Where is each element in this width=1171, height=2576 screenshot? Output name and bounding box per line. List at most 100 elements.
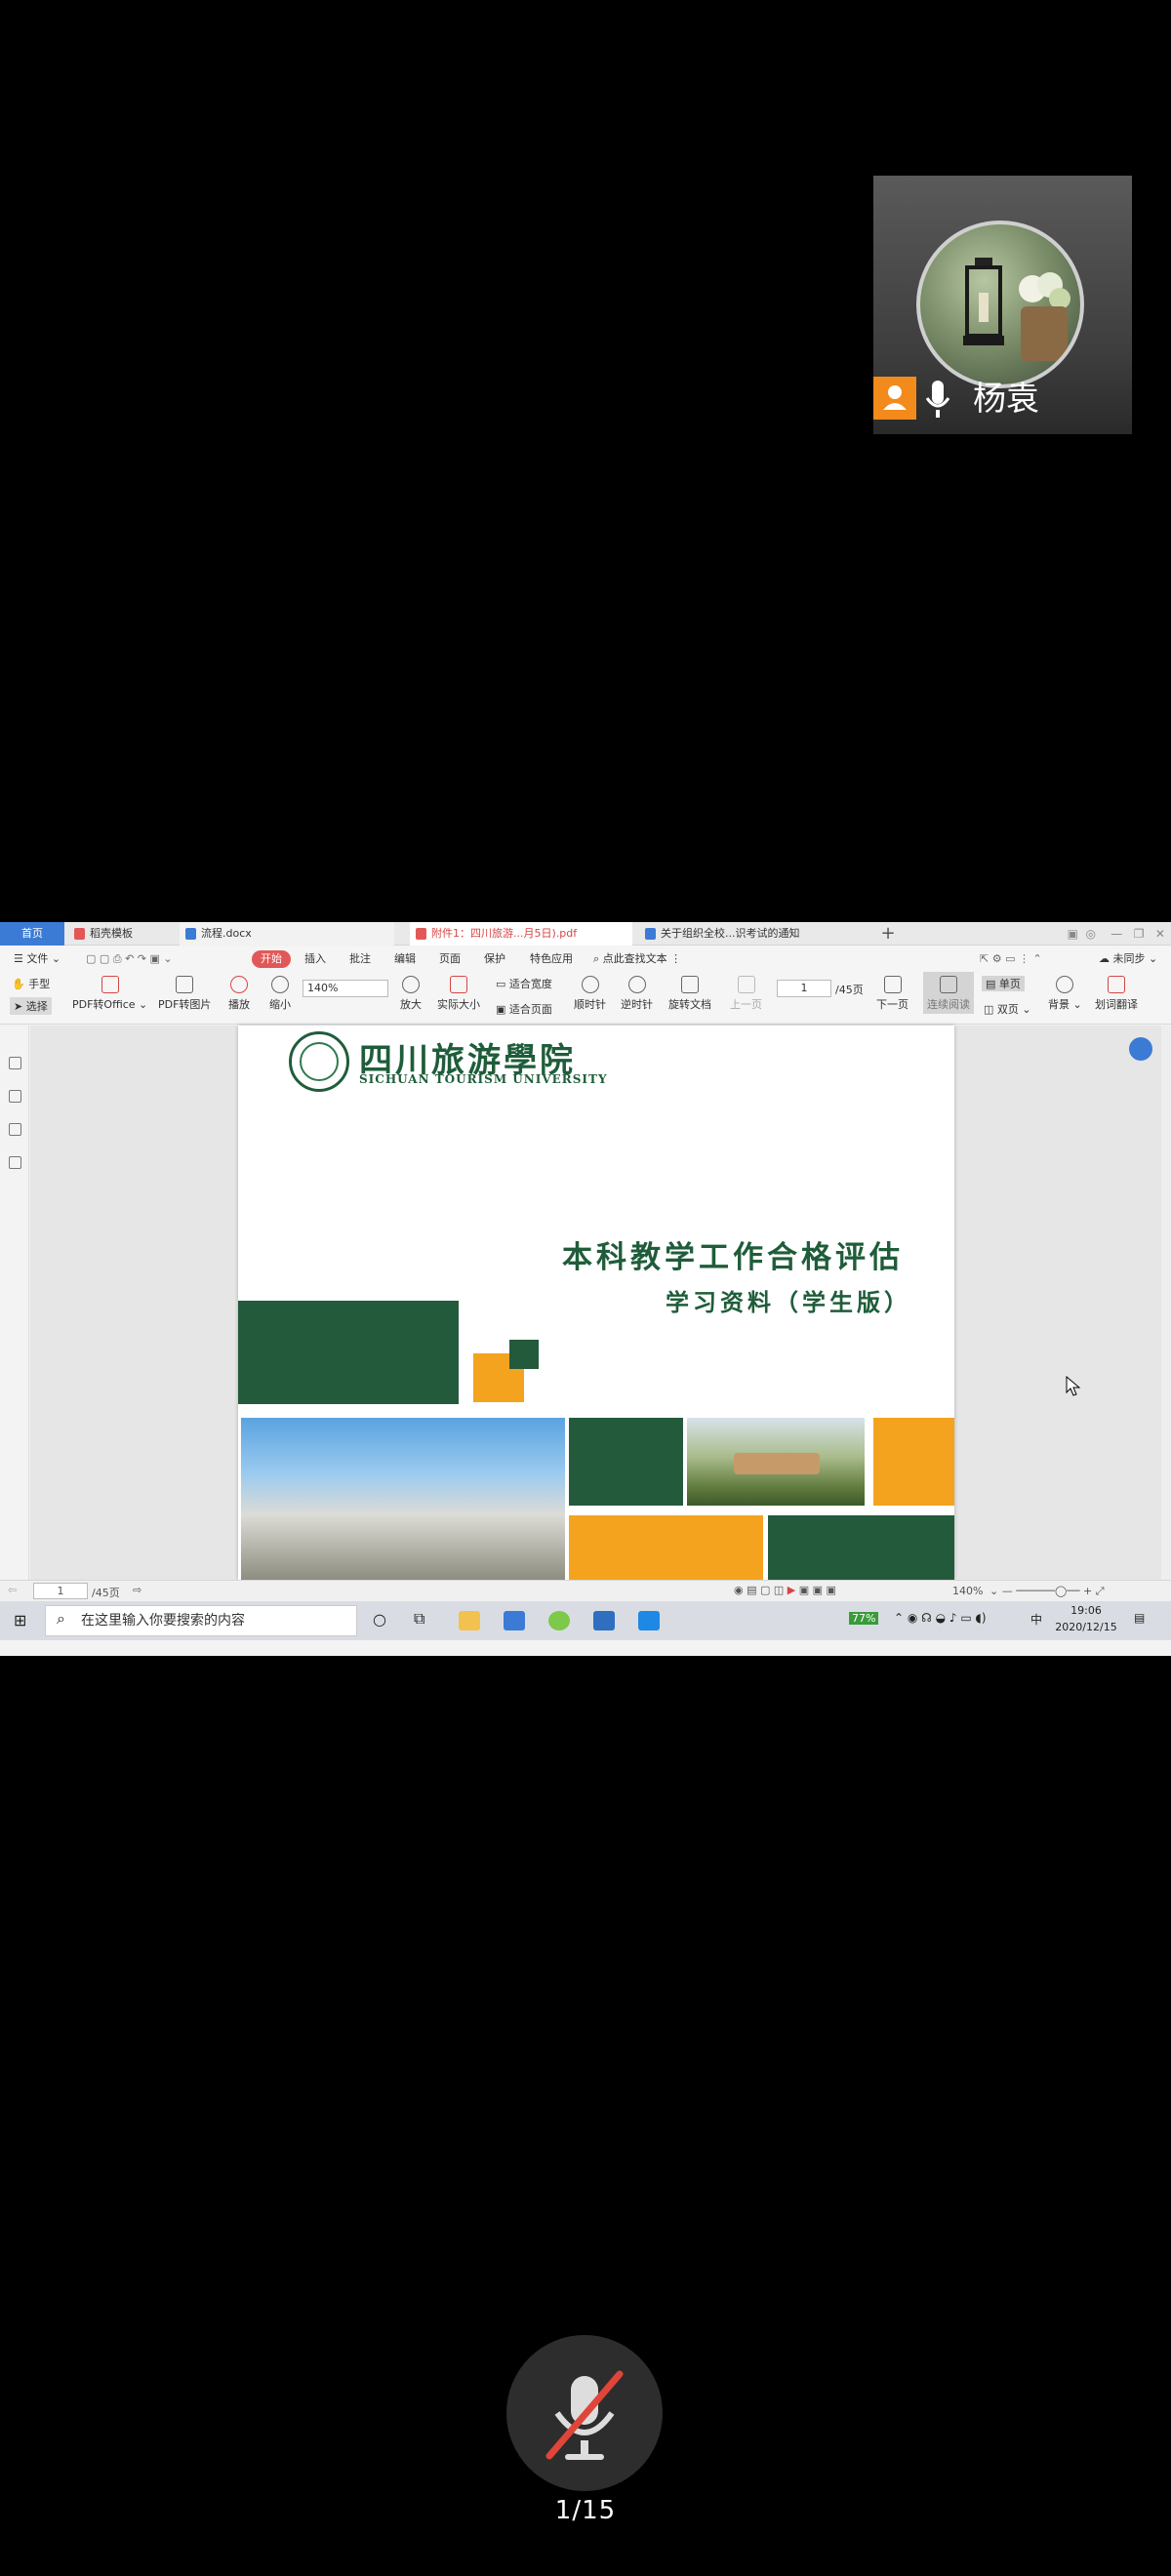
cortana-icon[interactable]: ○	[373, 1610, 386, 1629]
menu-page[interactable]: 页面	[439, 946, 461, 972]
zoom-out-icon	[271, 976, 289, 993]
thumbnail-icon[interactable]	[9, 1090, 21, 1103]
find-text-search[interactable]: ⌕ 点此查找文本 ⋮	[593, 946, 681, 972]
green-small-block	[509, 1340, 539, 1369]
rotate-document-button[interactable]: 旋转文档	[668, 976, 711, 1012]
participant-name: 杨袁	[973, 380, 1039, 419]
windows-start-icon[interactable]: ⊞	[14, 1611, 26, 1630]
participant-avatar	[916, 221, 1084, 388]
cloud-icon: ☁	[1099, 952, 1110, 965]
flower-basket-image	[1019, 272, 1070, 361]
fit-width-button[interactable]: ▭ 适合宽度	[496, 976, 552, 991]
microphone-icon	[925, 381, 950, 418]
sync-status[interactable]: ☁ 未同步 ⌄	[1099, 946, 1157, 972]
pdf-to-office-button[interactable]: PDF转Office ⌄	[72, 976, 147, 1012]
menu-start[interactable]: 开始	[252, 950, 291, 968]
wps-writer-icon[interactable]	[504, 1611, 525, 1630]
file-menu[interactable]: ☰ 文件 ⌄	[14, 946, 61, 972]
meeting-app-icon[interactable]	[638, 1611, 660, 1630]
rotate-clockwise-button[interactable]: 顺时针	[574, 976, 606, 1012]
select-tool[interactable]: ➤ 选择	[10, 997, 52, 1015]
arrow-right-icon	[883, 976, 902, 993]
menu-insert[interactable]: 插入	[304, 946, 326, 972]
orange-bottom-tile	[569, 1515, 763, 1580]
file-explorer-icon[interactable]	[459, 1611, 480, 1630]
menu-edit[interactable]: 编辑	[394, 946, 416, 972]
new-tab-button[interactable]: +	[878, 922, 898, 946]
hand-tool[interactable]: ✋ 手型	[12, 976, 50, 991]
lantern-image	[963, 258, 1004, 345]
tab-exam-notice[interactable]: 关于组织全校...识考试的通知	[639, 922, 849, 946]
pdf-convert-icon	[101, 976, 119, 993]
tab-process-docx[interactable]: 流程.docx	[180, 922, 394, 946]
task-view-icon[interactable]: ⧉	[414, 1609, 424, 1629]
zoom-out-button[interactable]: 缩小	[269, 976, 291, 1012]
zoom-input[interactable]: 140%	[303, 980, 388, 997]
status-next-icon[interactable]: ⇨	[133, 1584, 141, 1596]
zoom-in-button[interactable]: 放大	[400, 976, 422, 1012]
bookmark-icon[interactable]	[9, 1057, 21, 1069]
document-subtitle: 学习资料（学生版）	[666, 1289, 911, 1316]
vertical-scrollbar[interactable]	[1161, 1026, 1171, 1580]
rotate-counterclockwise-button[interactable]: 逆时针	[621, 976, 653, 1012]
zoom-in-icon	[402, 976, 420, 993]
status-page-input[interactable]: 1	[33, 1583, 88, 1599]
cursor-icon: ➤	[14, 1000, 23, 1013]
notification-icon[interactable]: ▤	[1134, 1611, 1145, 1625]
page-number-input[interactable]: 1	[777, 980, 831, 997]
actual-size-icon	[450, 976, 467, 993]
menu-special[interactable]: 特色应用	[530, 946, 573, 972]
pdf-icon	[416, 928, 426, 940]
word-doc-icon	[185, 928, 196, 940]
attachment-icon[interactable]	[9, 1156, 21, 1169]
clock-date[interactable]: 2020/12/15	[1052, 1621, 1120, 1633]
ribbon-toolbar: ✋ 手型 ➤ 选择 PDF转Office ⌄ PDF转图片 播放 缩小 140%…	[0, 972, 1171, 1025]
continuous-reading-button[interactable]: 连续阅读	[923, 972, 974, 1014]
status-view-icons[interactable]: ◉ ▤ ▢ ◫ ▶ ▣ ▣ ▣	[734, 1584, 836, 1596]
green-bottom-tile	[768, 1515, 954, 1580]
university-name-en: SICHUAN TOURISM UNIVERSITY	[359, 1072, 608, 1086]
fit-page-button[interactable]: ▣ 适合页面	[496, 1001, 552, 1017]
double-page-icon: ◫	[984, 1003, 994, 1016]
assistant-float-icon[interactable]	[1129, 1037, 1152, 1061]
prev-page-button[interactable]: 上一页	[730, 976, 762, 1012]
tray-icons[interactable]: ⌃ ◉ ☊ ◒ ♪ ▭ ◖)	[894, 1611, 987, 1625]
actual-size-button[interactable]: 实际大小	[437, 976, 480, 1012]
document-viewer[interactable]: 四川旅游學院 SICHUAN TOURISM UNIVERSITY 本科教学工作…	[30, 1026, 1162, 1580]
arrow-left-icon	[737, 976, 755, 993]
tab-docer-templates[interactable]: 稻壳模板	[68, 922, 176, 946]
battery-indicator[interactable]: 77%	[849, 1612, 879, 1625]
rotate-cw-icon	[581, 976, 599, 993]
play-icon: ▶	[787, 1584, 796, 1596]
ime-indicator[interactable]: 中	[1030, 1611, 1042, 1628]
menu-comment[interactable]: 批注	[349, 946, 371, 972]
tab-home[interactable]: 首页	[0, 922, 64, 946]
taskbar-search[interactable]: 在这里输入你要搜索的内容	[45, 1605, 357, 1636]
single-page-button[interactable]: ▤ 单页	[982, 976, 1025, 991]
menu-right-icons[interactable]: ⇱ ⚙ ▭ ⋮ ⌃	[980, 946, 1042, 972]
fit-width-icon: ▭	[496, 978, 506, 990]
green-tile	[569, 1418, 683, 1506]
menu-protect[interactable]: 保护	[484, 946, 505, 972]
participant-tile[interactable]: 杨袁	[873, 176, 1132, 434]
rotate-doc-icon	[681, 976, 699, 993]
translate-button[interactable]: 划词翻译	[1095, 976, 1138, 1012]
background-button[interactable]: 背景 ⌄	[1048, 976, 1082, 1012]
tab-attachment-pdf[interactable]: 附件1：四川旅游...月5日).pdf	[410, 922, 632, 946]
search-icon: ⌕	[593, 952, 600, 965]
pdf-to-image-button[interactable]: PDF转图片	[158, 976, 211, 1012]
mute-microphone-button[interactable]	[506, 2335, 663, 2491]
double-page-button[interactable]: ◫ 双页 ⌄	[984, 1001, 1031, 1017]
zoom-slider[interactable]: ⌄ — ──────◯── + ⤢	[989, 1585, 1105, 1598]
next-page-button[interactable]: 下一页	[876, 976, 909, 1012]
green-block	[238, 1301, 459, 1404]
window-controls[interactable]: ▣ ◎ — ❐ ✕	[1068, 922, 1165, 946]
wechat-icon[interactable]	[548, 1611, 570, 1630]
play-button[interactable]: 播放	[228, 976, 250, 1012]
photos-icon[interactable]	[593, 1611, 615, 1630]
status-prev-icon[interactable]: ⇦	[8, 1584, 17, 1596]
quick-access-icons[interactable]: ▢ ▢ ⎙ ↶ ↷ ▣ ⌄	[86, 946, 173, 972]
clock-time[interactable]: 19:06	[1052, 1604, 1120, 1617]
word-doc-icon	[645, 928, 656, 940]
annotation-icon[interactable]	[9, 1123, 21, 1136]
